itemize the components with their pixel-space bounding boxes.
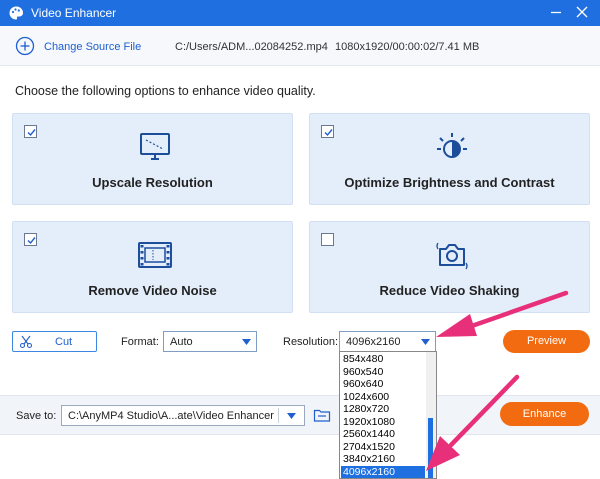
monitor-icon bbox=[140, 133, 170, 160]
add-circle-icon[interactable] bbox=[15, 36, 35, 56]
minimize-icon[interactable] bbox=[548, 4, 564, 20]
option-label: Upscale Resolution bbox=[92, 175, 213, 190]
change-source-file-link[interactable]: Change Source File bbox=[44, 41, 141, 53]
resolution-option[interactable]: 960x540 bbox=[341, 366, 425, 378]
resolution-option[interactable]: 960x640 bbox=[341, 378, 425, 390]
brightness-icon bbox=[437, 133, 467, 158]
scissors-icon bbox=[19, 335, 33, 349]
save-path-select[interactable]: C:\AnyMP4 Studio\A...ate\Video Enhancer bbox=[61, 405, 305, 426]
save-to-label: Save to: bbox=[16, 410, 57, 422]
option-label: Reduce Video Shaking bbox=[379, 283, 520, 298]
folder-icon[interactable] bbox=[313, 406, 331, 424]
chevron-down-icon bbox=[242, 339, 251, 345]
option-reduce-shaking[interactable]: Reduce Video Shaking bbox=[309, 221, 590, 313]
remove-noise-checkbox[interactable] bbox=[24, 233, 37, 246]
option-optimize-brightness[interactable]: Optimize Brightness and Contrast bbox=[309, 113, 590, 205]
palette-icon bbox=[9, 6, 24, 20]
option-remove-noise[interactable]: Remove Video Noise bbox=[12, 221, 293, 313]
optimize-brightness-checkbox[interactable] bbox=[321, 125, 334, 138]
chevron-down-icon bbox=[421, 339, 430, 345]
reduce-shaking-checkbox[interactable] bbox=[321, 233, 334, 246]
scrollbar-thumb[interactable] bbox=[428, 418, 433, 478]
resolution-option[interactable]: 1024x600 bbox=[341, 391, 425, 403]
resolution-option[interactable]: 854x480 bbox=[341, 353, 425, 365]
save-path-value: C:\AnyMP4 Studio\A...ate\Video Enhancer bbox=[68, 410, 274, 422]
resolution-select[interactable]: 4096x2160 bbox=[339, 331, 436, 352]
resolution-dropdown-list[interactable]: 854x480 960x540 960x640 1024x600 1280x720 192… bbox=[339, 351, 437, 479]
checkmark-icon bbox=[27, 129, 36, 137]
resolution-value: 4096x2160 bbox=[346, 336, 401, 348]
preview-button[interactable]: Preview bbox=[503, 330, 590, 353]
film-icon bbox=[138, 242, 172, 268]
option-upscale-resolution[interactable]: Upscale Resolution bbox=[12, 113, 293, 205]
title-bar: Video Enhancer bbox=[0, 0, 600, 26]
chevron-down-icon[interactable] bbox=[287, 413, 296, 419]
checkmark-icon bbox=[324, 129, 333, 137]
resolution-option[interactable]: 1280x720 bbox=[341, 403, 425, 415]
resolution-option[interactable]: 3840x2160 bbox=[341, 453, 425, 465]
format-value: Auto bbox=[170, 336, 193, 348]
checkmark-icon bbox=[27, 237, 36, 245]
resolution-option[interactable]: 4096x2160 bbox=[341, 465, 425, 478]
close-icon[interactable] bbox=[574, 4, 590, 20]
format-label: Format: bbox=[121, 336, 159, 348]
instruction-text: Choose the following options to enhance … bbox=[15, 84, 316, 98]
resolution-label: Resolution: bbox=[283, 336, 339, 348]
source-file-meta: 1080x1920/00:00:02/7.41 MB bbox=[335, 41, 480, 53]
resolution-option[interactable]: 2704x1520 bbox=[341, 441, 425, 453]
cut-button[interactable]: Cut bbox=[12, 331, 97, 352]
enhance-button[interactable]: Enhance bbox=[500, 402, 589, 426]
camera-icon bbox=[436, 242, 468, 270]
option-label: Optimize Brightness and Contrast bbox=[344, 175, 555, 190]
upscale-resolution-checkbox[interactable] bbox=[24, 125, 37, 138]
option-label: Remove Video Noise bbox=[88, 283, 217, 298]
cut-label: Cut bbox=[55, 336, 73, 348]
window-title: Video Enhancer bbox=[31, 6, 117, 20]
format-select[interactable]: Auto bbox=[163, 331, 257, 352]
resolution-option[interactable]: 2560x1440 bbox=[341, 428, 425, 440]
resolution-option[interactable]: 1920x1080 bbox=[341, 416, 425, 428]
source-file-path: C:/Users/ADM...02084252.mp4 bbox=[175, 41, 328, 53]
divider bbox=[278, 408, 279, 423]
source-file-bar: Change Source File C:/Users/ADM...020842… bbox=[0, 26, 600, 66]
